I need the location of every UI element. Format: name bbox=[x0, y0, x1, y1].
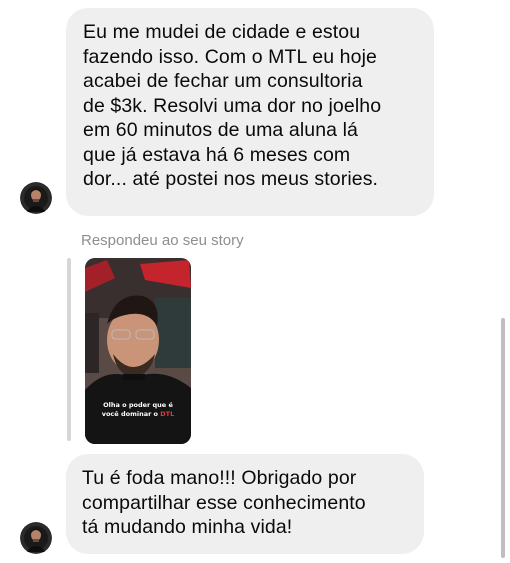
story-thumbnail[interactable]: Olha o poder que é você dominar o DTL bbox=[85, 258, 191, 444]
message-line: compartilhar esse conhecimento bbox=[82, 491, 366, 514]
sender-avatar[interactable] bbox=[20, 182, 52, 214]
reply-divider bbox=[67, 258, 71, 441]
message-line: em 60 minutos de uma aluna lá bbox=[83, 119, 358, 141]
message-line: acabei de fechar um consultoria bbox=[83, 70, 363, 92]
message-line: Tu é foda mano!!! Obrigado por bbox=[82, 467, 357, 489]
sender-avatar[interactable] bbox=[20, 522, 52, 554]
caption-highlight: DTL bbox=[160, 410, 175, 418]
caption-line: você dominar o DTL bbox=[85, 410, 191, 419]
story-reply-label: Respondeu ao seu story bbox=[81, 232, 244, 249]
message-line: dor... até postei nos meus stories. bbox=[83, 168, 379, 190]
message-line: fazendo isso. Com o MTL eu hoje bbox=[83, 45, 377, 68]
message-bubble-received[interactable]: Eu me mudei de cidade e estou fazendo is… bbox=[66, 8, 434, 216]
message-line: Eu me mudei de cidade e estou bbox=[83, 21, 361, 43]
message-line: tá mudando minha vida! bbox=[82, 516, 293, 538]
message-line: de $3k. Resolvi uma dor no joelho bbox=[83, 94, 382, 117]
story-caption: Olha o poder que é você dominar o DTL bbox=[85, 401, 191, 419]
caption-line: Olha o poder que é bbox=[103, 401, 173, 409]
avatar-icon bbox=[20, 182, 52, 214]
dm-conversation: Eu me mudei de cidade e estou fazendo is… bbox=[0, 0, 510, 563]
message-line: que já estava há 6 meses com bbox=[83, 143, 351, 166]
avatar-icon bbox=[20, 522, 52, 554]
caption-text: você dominar o bbox=[101, 410, 161, 418]
message-bubble-received[interactable]: Tu é foda mano!!! Obrigado por compartil… bbox=[66, 454, 424, 554]
scrollbar[interactable] bbox=[501, 318, 505, 558]
